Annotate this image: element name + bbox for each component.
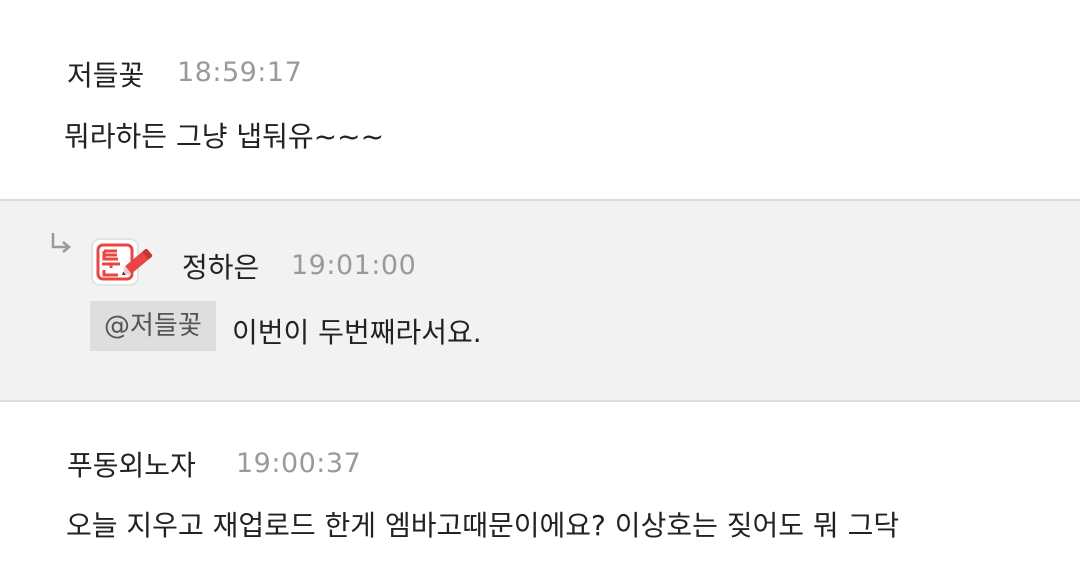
mention-tag[interactable]: @저들꽃 bbox=[90, 301, 216, 351]
comment-item: 푸동외노자 19:00:37 오늘 지우고 재업로드 한게 엠바고때문이에요? … bbox=[0, 402, 1080, 575]
edit-pencil-badge-icon bbox=[91, 238, 153, 286]
comment-item: 저들꽃 18:59:17 뭐라하든 그냥 냅둬유~~~ bbox=[0, 0, 1080, 199]
comment-timestamp: 19:00:37 bbox=[236, 448, 362, 479]
comment-timestamp: 18:59:17 bbox=[177, 57, 303, 88]
reply-arrow-icon bbox=[51, 233, 71, 253]
comment-author[interactable]: 저들꽃 bbox=[67, 54, 144, 94]
comment-author[interactable]: 푸동외노자 bbox=[67, 444, 196, 484]
comment-text: 오늘 지우고 재업로드 한게 엠바고때문이에요? 이상호는 짖어도 뭐 그닥 bbox=[66, 509, 900, 542]
comment-text: 이번이 두번째라서요. bbox=[232, 316, 482, 349]
reply-comment-item: 정하은 19:01:00 @저들꽃 이번이 두번째라서요. bbox=[0, 199, 1080, 402]
comment-timestamp: 19:01:00 bbox=[291, 250, 417, 281]
comment-author[interactable]: 정하은 bbox=[182, 246, 259, 286]
comment-text: 뭐라하든 그냥 냅둬유~~~ bbox=[64, 120, 385, 153]
